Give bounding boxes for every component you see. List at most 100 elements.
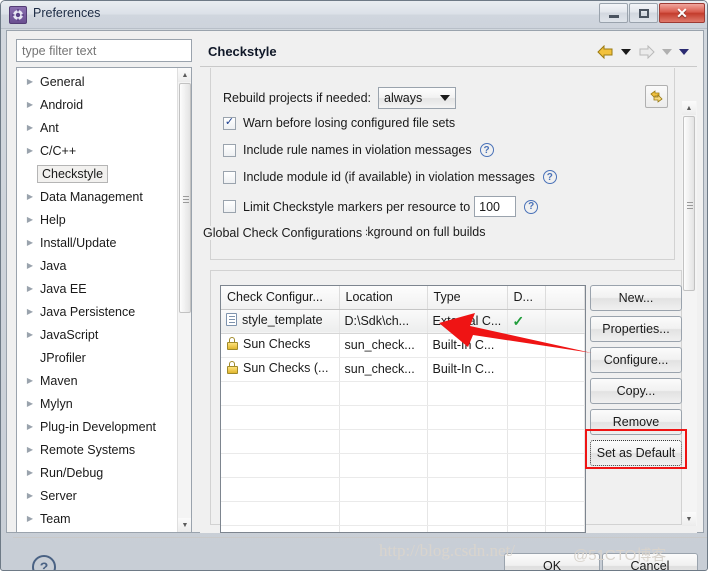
maximize-button[interactable]: [629, 3, 658, 23]
sidebar-item-maven[interactable]: ▶ Maven: [17, 369, 179, 392]
cell-empty: [339, 405, 428, 430]
properties-button[interactable]: Properties...: [590, 316, 682, 342]
cell-empty: [545, 525, 585, 532]
sidebar-item-install-update[interactable]: ▶ Install/Update: [17, 231, 179, 254]
sidebar-item-java[interactable]: ▶ Java: [17, 254, 179, 277]
preferences-tree[interactable]: ▶ General ▶ Android ▶ Ant ▶ C/C++ Checkstyle ▶ Dat…: [16, 67, 192, 533]
cell-empty: [221, 477, 340, 502]
new-button[interactable]: New...: [590, 285, 682, 311]
filter-input[interactable]: [16, 39, 192, 62]
back-arrow-icon[interactable]: [597, 45, 614, 59]
remove-button[interactable]: Remove: [590, 409, 682, 435]
limit-markers-input[interactable]: [474, 196, 517, 217]
check-configurations-table[interactable]: Check Configur... Location Type D... sty…: [220, 285, 586, 533]
column-header-default[interactable]: D...: [507, 286, 546, 310]
sidebar-item-mylyn[interactable]: ▶ Mylyn: [17, 392, 179, 415]
refresh-button[interactable]: [645, 85, 668, 108]
expand-arrow-icon[interactable]: ▶: [23, 146, 37, 155]
sidebar-item-plug-in-development[interactable]: ▶ Plug-in Development: [17, 415, 179, 438]
view-menu-icon[interactable]: [679, 49, 689, 55]
table-row[interactable]: Sun Checks (... sun_check... Built-In C...: [221, 357, 585, 382]
sidebar-item-checkstyle[interactable]: Checkstyle: [17, 162, 179, 185]
rebuild-projects-select[interactable]: always: [378, 87, 457, 109]
limit-markers-row[interactable]: Limit Checkstyle markers per resource to…: [223, 196, 539, 217]
expand-arrow-icon[interactable]: ▶: [23, 100, 37, 109]
copy-button[interactable]: Copy...: [590, 378, 682, 404]
scroll-up-icon[interactable]: ▲: [682, 101, 696, 115]
help-icon[interactable]: ?: [542, 170, 557, 184]
table-row[interactable]: style_template D:\Sdk\ch... External C... ✓: [221, 308, 585, 334]
sidebar-item-c-c[interactable]: ▶ C/C++: [17, 139, 179, 162]
table-row[interactable]: Sun Checks sun_check... Built-In C...: [221, 333, 585, 358]
cell-empty: [507, 453, 546, 478]
scroll-down-icon[interactable]: ▼: [682, 512, 696, 526]
sidebar-item-label: JProfiler: [40, 350, 86, 365]
warn-before-losing-filesets-row[interactable]: Warn before losing configured file sets: [223, 116, 455, 130]
sidebar-item-android[interactable]: ▶ Android: [17, 93, 179, 116]
expand-arrow-icon[interactable]: ▶: [23, 330, 37, 339]
minimize-button[interactable]: [599, 3, 628, 23]
column-header-location[interactable]: Location: [339, 286, 428, 310]
sidebar-item-label: Run/Debug: [40, 465, 104, 480]
cell-default: ✓: [507, 308, 546, 334]
expand-arrow-icon[interactable]: ▶: [23, 215, 37, 224]
sidebar-item-terminal[interactable]: Terminal: [17, 530, 179, 532]
expand-arrow-icon[interactable]: ▶: [23, 422, 37, 431]
sidebar-item-java-ee[interactable]: ▶ Java EE: [17, 277, 179, 300]
sidebar-item-remote-systems[interactable]: ▶ Remote Systems: [17, 438, 179, 461]
lock-icon: [226, 337, 238, 351]
limit-markers-checkbox[interactable]: [223, 200, 236, 213]
expand-arrow-icon[interactable]: ▶: [23, 307, 37, 316]
sidebar-item-javascript[interactable]: ▶ JavaScript: [17, 323, 179, 346]
include-module-id-checkbox[interactable]: [223, 170, 236, 184]
configuration-action-buttons: New... Properties... Configure... Copy... Re…: [590, 285, 682, 471]
expand-arrow-icon[interactable]: ▶: [23, 77, 37, 86]
close-button[interactable]: ✕: [659, 3, 705, 23]
back-dropdown-icon[interactable]: [621, 49, 631, 55]
tree-scroll-thumb[interactable]: [179, 83, 191, 313]
table-header-row: Check Configur... Location Type D...: [221, 286, 585, 310]
column-header-type[interactable]: Type: [427, 286, 508, 310]
sidebar-item-data-management[interactable]: ▶ Data Management: [17, 185, 179, 208]
configure-button[interactable]: Configure...: [590, 347, 682, 373]
content-scroll-thumb[interactable]: [683, 116, 695, 291]
sidebar-item-general[interactable]: ▶ General: [17, 70, 179, 93]
column-header-name[interactable]: Check Configur...: [221, 286, 340, 310]
help-icon[interactable]: ?: [524, 199, 539, 214]
sidebar-item-team[interactable]: ▶ Team: [17, 507, 179, 530]
sidebar-item-java-persistence[interactable]: ▶ Java Persistence: [17, 300, 179, 323]
expand-arrow-icon[interactable]: ▶: [23, 514, 37, 523]
sidebar-item-help[interactable]: ▶ Help: [17, 208, 179, 231]
expand-arrow-icon[interactable]: ▶: [23, 491, 37, 500]
sidebar-item-ant[interactable]: ▶ Ant: [17, 116, 179, 139]
expand-arrow-icon[interactable]: ▶: [23, 376, 37, 385]
sidebar-item-label: General: [40, 74, 85, 89]
set-as-default-button[interactable]: Set as Default: [590, 440, 682, 466]
sidebar-item-run-debug[interactable]: ▶ Run/Debug: [17, 461, 179, 484]
include-rule-names-checkbox[interactable]: [223, 143, 236, 157]
expand-arrow-icon[interactable]: ▶: [23, 468, 37, 477]
cell-default: [507, 333, 546, 358]
expand-arrow-icon[interactable]: ▶: [23, 192, 37, 201]
expand-arrow-icon[interactable]: ▶: [23, 284, 37, 293]
sidebar-item-jprofiler[interactable]: JProfiler: [17, 346, 179, 369]
sidebar-item-server[interactable]: ▶ Server: [17, 484, 179, 507]
scroll-down-icon[interactable]: ▼: [178, 518, 191, 532]
include-rule-names-row[interactable]: Include rule names in violation messages…: [223, 143, 494, 157]
expand-arrow-icon[interactable]: ▶: [23, 261, 37, 270]
include-module-id-row[interactable]: Include module id (if available) in viol…: [223, 170, 557, 184]
warn-before-losing-filesets-checkbox[interactable]: [223, 116, 236, 130]
cell-config-name: style_template: [221, 308, 340, 334]
window-title: Preferences: [33, 6, 101, 20]
scroll-up-icon[interactable]: ▲: [178, 68, 191, 82]
expand-arrow-icon[interactable]: ▶: [23, 238, 37, 247]
expand-arrow-icon[interactable]: ▶: [23, 399, 37, 408]
tree-scrollbar[interactable]: ▲ ▼: [177, 68, 191, 532]
help-icon[interactable]: ?: [479, 143, 494, 157]
expand-arrow-icon[interactable]: ▶: [23, 123, 37, 132]
content-scrollbar[interactable]: ▲ ▼: [682, 101, 697, 526]
help-button[interactable]: ?: [32, 555, 56, 570]
footer-separator: [13, 537, 707, 538]
expand-arrow-icon[interactable]: ▶: [23, 445, 37, 454]
sidebar-item-label: Team: [40, 511, 71, 526]
